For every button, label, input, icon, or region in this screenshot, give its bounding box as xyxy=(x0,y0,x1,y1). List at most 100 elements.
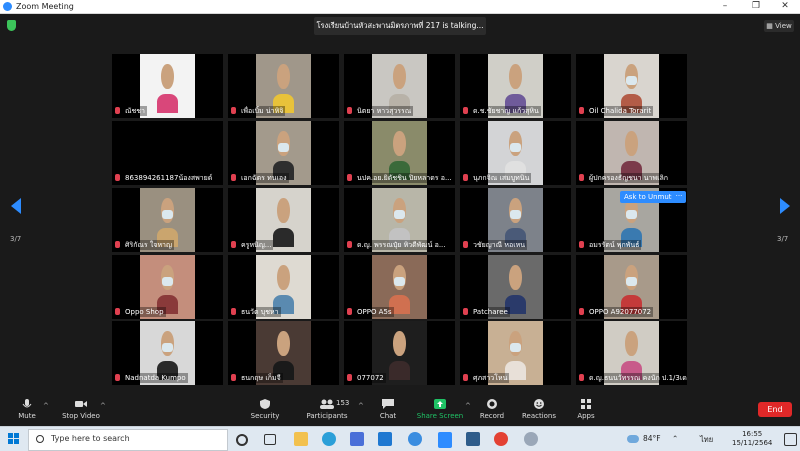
participant-name: 863894261187น้องสพายด์ xyxy=(123,173,215,183)
participant-name: ธนกฤษ เก็มจี xyxy=(239,373,283,383)
participant-tile[interactable]: Oppo Shop xyxy=(112,255,223,319)
participant-tile[interactable]: OPPO A5s xyxy=(344,255,455,319)
zoom-taskbar-icon[interactable] xyxy=(438,432,452,448)
participant-tile[interactable]: ศุภสาวโหน xyxy=(460,321,571,385)
zoom-logo-icon xyxy=(3,2,12,11)
participant-tile[interactable]: เพื่อเบิ้ม น่าหิจิ xyxy=(228,54,339,118)
video-camera-icon xyxy=(75,401,87,407)
muted-mic-icon xyxy=(347,374,352,381)
taskbar-search-box[interactable]: Type here to search xyxy=(28,429,228,451)
participant-name: Nadnatda Kumpo xyxy=(123,373,188,383)
participant-tile[interactable]: OPPO A92077072 xyxy=(576,255,687,319)
photos-icon[interactable] xyxy=(466,432,480,446)
notifications-icon[interactable] xyxy=(784,433,797,446)
participant-face xyxy=(509,265,522,290)
participant-tile[interactable]: ด.ญ. พรรณปุ๋ย หิวดีพัฒน์ อ... xyxy=(344,188,455,252)
participant-tile[interactable]: 077072 xyxy=(344,321,455,385)
view-button-label: View xyxy=(775,22,792,30)
stop-video-label: Stop Video xyxy=(62,412,100,420)
participant-tile[interactable]: เอกฉัตร ทนเอง xyxy=(228,121,339,185)
file-explorer-icon[interactable] xyxy=(294,432,308,446)
search-placeholder: Type here to search xyxy=(51,434,130,443)
participant-name: Patcharee xyxy=(471,307,510,317)
muted-mic-icon xyxy=(579,308,584,315)
window-title: Zoom Meeting xyxy=(16,2,74,11)
chat-button[interactable]: Chat xyxy=(358,399,418,420)
participant-name: ศุภสาวโหน xyxy=(471,373,510,383)
participant-tile[interactable]: ธนกฤษ เก็มจี xyxy=(228,321,339,385)
end-meeting-button[interactable]: End xyxy=(758,402,792,417)
store-icon[interactable] xyxy=(350,432,364,446)
participant-body xyxy=(156,93,179,113)
taskbar-clock[interactable]: 16:55 15/11/2564 xyxy=(732,430,772,448)
participant-name: ด.ช.ชัยชาญ แก้วสุหิน xyxy=(471,106,541,116)
view-button[interactable]: ▦ View xyxy=(764,20,794,32)
participant-tile[interactable]: Oil Chalida Torarit xyxy=(576,54,687,118)
participant-tile[interactable]: นิตยา หาวสุวรรณ xyxy=(344,54,455,118)
tray-chevron-icon[interactable]: ⌃ xyxy=(672,434,678,443)
ask-to-unmute-button[interactable]: Ask to Unmute xyxy=(620,191,680,203)
minimize-button[interactable]: – xyxy=(710,0,740,13)
share-screen-icon xyxy=(434,399,446,409)
edge-browser-icon[interactable] xyxy=(322,432,336,446)
app-icon[interactable] xyxy=(408,432,422,446)
participant-tile[interactable]: นุภกจิณ เสมบูทนิน xyxy=(460,121,571,185)
apps-button[interactable]: Apps xyxy=(556,399,616,420)
participant-tile[interactable]: ด.ญ.ธนนวัทรรณ คงนัก ป.1/3เด... xyxy=(576,321,687,385)
participant-tile[interactable]: ด.ช.ชัยชาญ แก้วสุหิน xyxy=(460,54,571,118)
participant-tile[interactable]: นปค.อย.ยิดัชชิน ปิยหลาดร อ... xyxy=(344,121,455,185)
participant-tile[interactable]: ครูหนิญ... xyxy=(228,188,339,252)
face-mask xyxy=(277,142,290,152)
participant-face xyxy=(277,331,290,356)
muted-mic-icon xyxy=(347,241,352,248)
windows-start-icon[interactable] xyxy=(8,433,20,445)
participant-tile[interactable]: วชัยญาณี หอเหน xyxy=(460,188,571,252)
meeting-toolbar: Mute ^ Stop Video ^ Security 153 Partici… xyxy=(0,397,800,426)
more-options-button[interactable]: ··· xyxy=(672,191,686,203)
maximize-button[interactable]: ❐ xyxy=(741,0,771,13)
window-titlebar: Zoom Meeting – ❐ ✕ xyxy=(0,0,800,14)
close-button[interactable]: ✕ xyxy=(770,0,800,13)
participant-name: เอกฉัตร ทนเอง xyxy=(239,173,289,183)
microphone-icon xyxy=(22,399,32,408)
participant-tile[interactable]: ณัชชา xyxy=(112,54,223,118)
face-mask xyxy=(509,142,522,152)
audio-options-caret-icon[interactable]: ^ xyxy=(43,402,49,410)
video-options-caret-icon[interactable]: ^ xyxy=(100,402,106,410)
participants-icon xyxy=(320,399,334,409)
share-screen-button[interactable]: Share Screen xyxy=(410,399,470,420)
muted-mic-icon xyxy=(463,107,468,114)
participant-tile[interactable]: 863894261187น้องสพายด์ xyxy=(112,121,223,185)
participant-tile[interactable]: ศิริกัณร ใจหาญ xyxy=(112,188,223,252)
weather-cloud-icon[interactable] xyxy=(627,435,639,443)
active-speaker-banner: โรงเรียนบ้านหัวสะพานมิตรภาพที่ 217 is ta… xyxy=(314,17,486,35)
participant-tile[interactable]: Nadnatda Kumpo xyxy=(112,321,223,385)
language-indicator[interactable]: ไทย xyxy=(700,434,713,446)
security-button[interactable]: Security xyxy=(235,399,295,420)
shield-icon[interactable] xyxy=(7,20,16,31)
participant-name: ผู้ปกครองธัญชนา นาพเลิก xyxy=(587,173,671,183)
weather-temp[interactable]: 84°F xyxy=(643,434,661,443)
participant-face xyxy=(393,331,406,356)
participant-tile[interactable]: Patcharee xyxy=(460,255,571,319)
cortana-icon[interactable] xyxy=(236,434,248,446)
participant-face xyxy=(393,131,406,156)
chat-bubble-icon xyxy=(382,399,394,409)
chrome-icon[interactable] xyxy=(494,432,508,446)
participant-tile[interactable]: ธนวัต บุชหา xyxy=(228,255,339,319)
participant-name: นิตยา หาวสุวรรณ xyxy=(355,106,414,116)
previous-page-arrow-icon[interactable] xyxy=(11,198,21,214)
task-view-icon[interactable] xyxy=(264,434,276,445)
participants-button[interactable]: 153 Participants xyxy=(297,399,357,420)
mail-icon[interactable] xyxy=(378,432,392,446)
smiley-icon xyxy=(534,399,544,409)
participant-face xyxy=(161,64,174,89)
face-mask xyxy=(625,276,638,286)
windows-taskbar: Type here to search 84°F ⌃ ไทย 16:55 15/… xyxy=(0,426,800,451)
participant-tile[interactable]: ผู้ปกครองธัญชนา นาพเลิก xyxy=(576,121,687,185)
muted-mic-icon xyxy=(115,174,120,181)
app-icon-2[interactable] xyxy=(524,432,538,446)
next-page-arrow-icon[interactable] xyxy=(780,198,790,214)
participant-name: ศิริกัณร ใจหาญ xyxy=(123,240,174,250)
participant-name: 077072 xyxy=(355,373,386,383)
